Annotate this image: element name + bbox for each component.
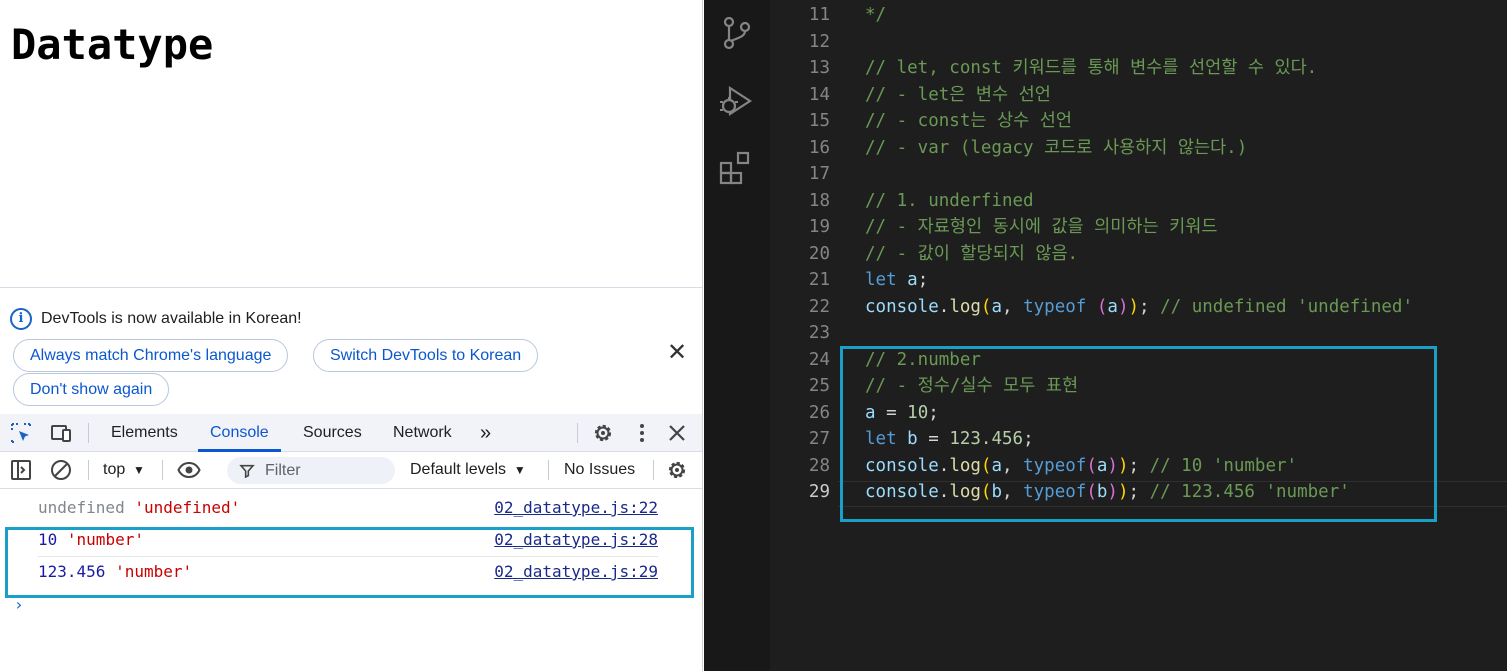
line-number: 11	[808, 5, 830, 25]
console-output: undefined 'undefined' 02_datatype.js:22 …	[0, 489, 702, 671]
tab-elements[interactable]: Elements	[111, 414, 178, 452]
close-icon[interactable]: ✕	[665, 341, 689, 365]
line-number: 17	[808, 164, 830, 184]
code-line[interactable]: 12	[704, 29, 1507, 55]
code-text: console.log(a, typeof (a)); // undefined…	[865, 296, 1413, 317]
info-icon: i	[10, 308, 32, 330]
line-number: 23	[808, 323, 830, 343]
code-line[interactable]: 22 console.log(a, typeof (a)); // undefin…	[704, 294, 1507, 320]
log-levels-selector[interactable]: Default levels ▼	[410, 461, 526, 479]
tab-console[interactable]: Console	[198, 414, 281, 452]
page-title: Datatype	[11, 20, 214, 69]
log-levels-label: Default levels	[410, 461, 507, 478]
code-line[interactable]: 23	[704, 320, 1507, 346]
code-text: // - let은 변수 선언	[865, 84, 1051, 105]
code-editor: 11 */ 12 13 // let, const 키워드를 통해 변수를 선언할 수 …	[704, 0, 1507, 671]
context-selector[interactable]: top ▼	[103, 461, 145, 479]
code-line[interactable]: 13 // let, const 키워드를 통해 변수를 선언할 수 있다.	[704, 55, 1507, 81]
code-line[interactable]: 14 // - let은 변수 선언	[704, 82, 1507, 108]
separator	[548, 460, 549, 480]
tab-sources[interactable]: Sources	[303, 414, 362, 452]
sidebar-toggle-icon[interactable]	[9, 458, 33, 482]
filter-input[interactable]: Filter	[227, 457, 395, 484]
dropdown-icon: ▼	[510, 463, 526, 477]
line-number: 20	[808, 243, 830, 264]
code-line[interactable]: 16 // - var (legacy 코드로 사용하지 않는다.)	[704, 135, 1507, 161]
code-text: // let, const 키워드를 통해 변수를 선언할 수 있다.	[865, 58, 1318, 78]
line-number: 22	[808, 296, 830, 317]
line-number: 24	[808, 349, 830, 370]
filter-icon	[239, 464, 255, 479]
line-number: 26	[808, 402, 830, 423]
console-source-link[interactable]: 02_datatype.js:22	[494, 498, 658, 517]
device-toolbar-icon[interactable]	[49, 421, 73, 445]
settings-icon[interactable]	[591, 421, 615, 445]
notice-text: DevTools is now available in Korean!	[41, 310, 302, 327]
line-number: 14	[808, 84, 830, 105]
code-line[interactable]: 17	[704, 161, 1507, 187]
code-text: // - 값이 할당되지 않음.	[865, 243, 1079, 264]
line-number: 16	[808, 137, 830, 158]
code-line[interactable]: 19 // - 자료형인 동시에 값을 의미하는 키워드	[704, 214, 1507, 240]
line-number: 15	[808, 111, 830, 131]
devtools-tabbar: Elements Console Sources Network »	[0, 414, 702, 452]
line-number: 13	[808, 58, 830, 78]
line-number: 28	[808, 455, 830, 476]
console-toolbar: top ▼ Filter Default levels ▼ No Issues	[0, 452, 702, 489]
highlight-box	[5, 527, 694, 598]
separator	[577, 423, 578, 443]
code-text: // 1. underfined	[865, 190, 1034, 211]
code-line[interactable]: 11 */	[704, 2, 1507, 28]
code-line[interactable]: 18 // 1. underfined	[704, 188, 1507, 214]
switch-to-korean-button[interactable]: Switch DevTools to Korean	[313, 339, 539, 372]
more-tabs-icon[interactable]: »	[480, 414, 491, 452]
more-vert-icon[interactable]	[630, 421, 654, 445]
context-label: top	[103, 461, 126, 478]
line-number: 29	[808, 482, 830, 502]
console-message-text: undefined 'undefined'	[38, 498, 240, 517]
language-notice: i DevTools is now available in Korean! A…	[0, 288, 702, 414]
browser-window: Datatype i DevTools is now available in …	[0, 0, 703, 671]
console-value: undefined	[38, 498, 125, 517]
code-line[interactable]: 20 // - 값이 할당되지 않음.	[704, 241, 1507, 267]
code-line[interactable]: 15 // - const는 상수 선언	[704, 108, 1507, 134]
devtools-panel: i DevTools is now available in Korean! A…	[0, 287, 702, 671]
tab-network[interactable]: Network	[393, 414, 452, 452]
code-text: // - 자료형인 동시에 값을 의미하는 키워드	[865, 217, 1218, 237]
inspect-element-icon[interactable]	[9, 421, 33, 445]
code-text: let a;	[865, 270, 929, 290]
code-text: */	[865, 5, 887, 25]
console-type-string: 'undefined'	[134, 498, 241, 517]
line-number: 12	[808, 31, 830, 52]
line-number: 19	[808, 217, 830, 237]
eye-icon[interactable]	[177, 458, 201, 482]
close-icon[interactable]	[665, 421, 689, 445]
console-message: undefined 'undefined' 02_datatype.js:22	[0, 492, 702, 522]
code-text: // - const는 상수 선언	[865, 111, 1072, 131]
line-number: 27	[808, 429, 830, 449]
code-line[interactable]: 21 let a;	[704, 267, 1507, 293]
separator	[162, 460, 163, 480]
clear-console-icon[interactable]	[49, 458, 73, 482]
separator	[88, 460, 89, 480]
separator	[88, 423, 89, 443]
dont-show-again-button[interactable]: Don't show again	[13, 373, 170, 406]
always-match-language-button[interactable]: Always match Chrome's language	[13, 339, 289, 372]
line-number: 21	[808, 270, 830, 290]
highlight-box	[840, 346, 1437, 522]
line-number: 25	[808, 376, 830, 396]
issues-counter[interactable]: No Issues	[564, 461, 635, 479]
filter-placeholder: Filter	[265, 462, 301, 479]
line-number: 18	[808, 190, 830, 211]
dropdown-icon: ▼	[129, 463, 145, 477]
code-text: // - var (legacy 코드로 사용하지 않는다.)	[865, 137, 1248, 158]
separator	[653, 460, 654, 480]
console-settings-icon[interactable]	[665, 458, 689, 482]
